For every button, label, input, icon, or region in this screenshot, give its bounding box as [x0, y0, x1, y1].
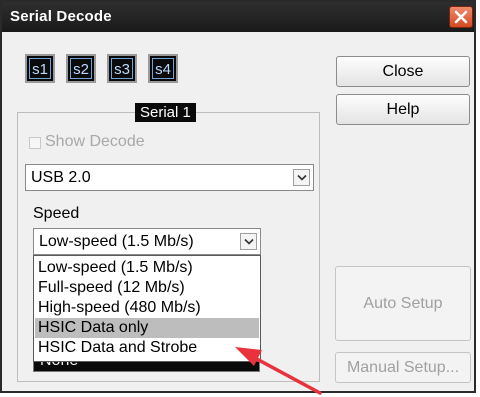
auto-setup-button[interactable]: Auto Setup [335, 266, 471, 341]
speed-dropdown-list: Low-speed (1.5 Mb/s) Full-speed (12 Mb/s… [33, 255, 261, 362]
window-close-button[interactable] [449, 6, 473, 28]
serial-button-label: s3 [111, 58, 133, 79]
serial-button-label: s2 [70, 58, 92, 79]
chevron-down-icon [244, 238, 254, 245]
serial-3-button[interactable]: s3 [107, 54, 137, 83]
speed-dropdown-button[interactable] [240, 233, 257, 250]
protocol-dropdown-button[interactable] [293, 169, 310, 186]
protocol-value: USB 2.0 [31, 169, 91, 186]
show-decode-label: Show Decode [45, 133, 145, 150]
speed-option-hsic-data[interactable]: HSIC Data only [35, 318, 259, 338]
serial-button-label: s1 [29, 58, 51, 79]
chevron-down-icon [297, 174, 307, 181]
serial-4-button[interactable]: s4 [148, 54, 178, 83]
group-title: Serial 1 [135, 103, 196, 122]
speed-option-hsic-data-strobe[interactable]: HSIC Data and Strobe [35, 338, 259, 358]
serial-1-button[interactable]: s1 [25, 54, 55, 83]
close-icon [454, 10, 468, 24]
close-button[interactable]: Close [336, 56, 470, 87]
speed-value: Low-speed (1.5 Mb/s) [39, 233, 194, 250]
manual-setup-button[interactable]: Manual Setup... [335, 352, 471, 383]
title-bar[interactable]: Serial Decode [2, 2, 474, 32]
speed-option-high[interactable]: High-speed (480 Mb/s) [35, 298, 259, 318]
speed-option-full[interactable]: Full-speed (12 Mb/s) [35, 278, 259, 298]
serial-button-label: s4 [152, 58, 174, 79]
show-decode-checkbox[interactable] [29, 137, 41, 149]
protocol-select[interactable]: USB 2.0 [25, 164, 314, 191]
speed-option-low[interactable]: Low-speed (1.5 Mb/s) [35, 258, 259, 278]
help-button[interactable]: Help [336, 94, 470, 125]
serial-2-button[interactable]: s2 [66, 54, 96, 83]
speed-select[interactable]: Low-speed (1.5 Mb/s) [33, 228, 261, 255]
speed-label: Speed [33, 205, 80, 222]
window-title: Serial Decode [10, 8, 112, 25]
